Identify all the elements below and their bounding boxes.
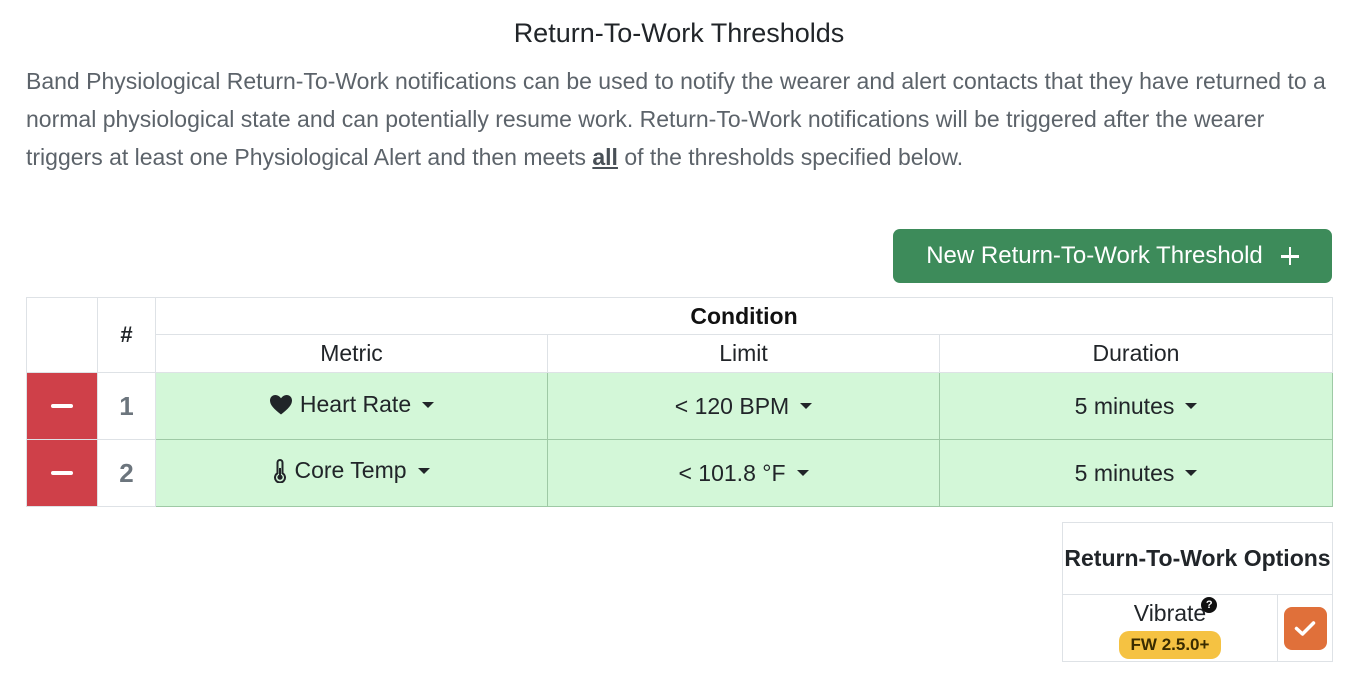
vibrate-label-wrap: Vibrate ? (1133, 596, 1218, 627)
limit-value: < 101.8 °F (678, 459, 786, 486)
limit-column-header: Limit (547, 334, 940, 373)
options-title: Return-To-Work Options (1062, 522, 1333, 595)
limit-value: < 120 BPM (674, 392, 790, 419)
new-threshold-button-label: New Return-To-Work Threshold (926, 242, 1263, 269)
minus-icon (51, 471, 73, 475)
new-threshold-button[interactable]: New Return-To-Work Threshold (893, 229, 1332, 283)
table-row: 2 Core Temp < 101.8 °F 5 minutes (26, 439, 1334, 507)
limit-cell: < 101.8 °F (547, 439, 940, 507)
description-emphasis: all (592, 144, 618, 170)
thermometer-icon (273, 458, 287, 483)
limit-dropdown[interactable]: < 101.8 °F (678, 459, 809, 487)
metric-value: Heart Rate (299, 391, 412, 417)
row-index: 2 (97, 439, 156, 507)
limit-dropdown[interactable]: < 120 BPM (674, 392, 813, 420)
remove-threshold-button[interactable] (26, 372, 98, 440)
duration-value: 5 minutes (1074, 392, 1175, 419)
options-table: Return-To-Work Options Vibrate ? FW 2.5.… (1062, 522, 1333, 662)
remove-threshold-button[interactable] (26, 439, 98, 507)
duration-value: 5 minutes (1074, 459, 1175, 486)
row-index: 1 (97, 372, 156, 440)
vibrate-label: Vibrate (1133, 599, 1207, 626)
duration-column-header: Duration (938, 334, 1334, 373)
vibrate-checkbox-cell (1277, 594, 1333, 662)
duration-dropdown[interactable]: 5 minutes (1075, 460, 1198, 487)
metric-value: Core Temp (294, 457, 407, 484)
vibrate-checkbox[interactable] (1283, 606, 1327, 650)
chevron-down-icon (800, 403, 813, 409)
return-to-work-panel: Return-To-Work Thresholds Band Physiolog… (0, 0, 1364, 690)
chevron-down-icon (1185, 403, 1198, 409)
minus-icon (51, 404, 73, 408)
chevron-down-icon (796, 470, 809, 476)
remove-column-header (26, 297, 98, 373)
duration-dropdown[interactable]: 5 minutes (1075, 393, 1198, 420)
page-title: Return-To-Work Thresholds (513, 18, 845, 48)
metric-dropdown[interactable]: Heart Rate (269, 391, 435, 418)
chevron-down-icon (417, 467, 430, 474)
duration-cell: 5 minutes (938, 372, 1334, 440)
chevron-down-icon (422, 401, 435, 408)
limit-cell: < 120 BPM (547, 372, 940, 440)
index-column-header: # (97, 297, 156, 373)
question-circle-icon[interactable]: ? (1201, 596, 1218, 613)
vibrate-option-cell: Vibrate ? FW 2.5.0+ (1062, 594, 1278, 662)
heart-icon (269, 394, 293, 415)
metric-cell: Core Temp (155, 439, 548, 507)
condition-header: Condition (154, 297, 1334, 335)
firmware-badge: FW 2.5.0+ (1118, 630, 1222, 659)
table-row: 1 Heart Rate < 120 BPM 5 minutes (26, 372, 1334, 440)
checkmark-icon (1294, 620, 1316, 636)
chevron-down-icon (1185, 470, 1198, 476)
description-text-end: of the thresholds specified below. (617, 144, 964, 170)
metric-column-header: Metric (155, 334, 548, 373)
duration-cell: 5 minutes (938, 439, 1334, 507)
plus-icon (1280, 247, 1299, 265)
metric-cell: Heart Rate (155, 372, 548, 440)
metric-dropdown[interactable]: Core Temp (273, 457, 430, 484)
thresholds-table: # Condition Metric Limit Duration 1 Hear… (26, 297, 1334, 507)
description: Band Physiological Return-To-Work notifi… (26, 62, 1336, 176)
